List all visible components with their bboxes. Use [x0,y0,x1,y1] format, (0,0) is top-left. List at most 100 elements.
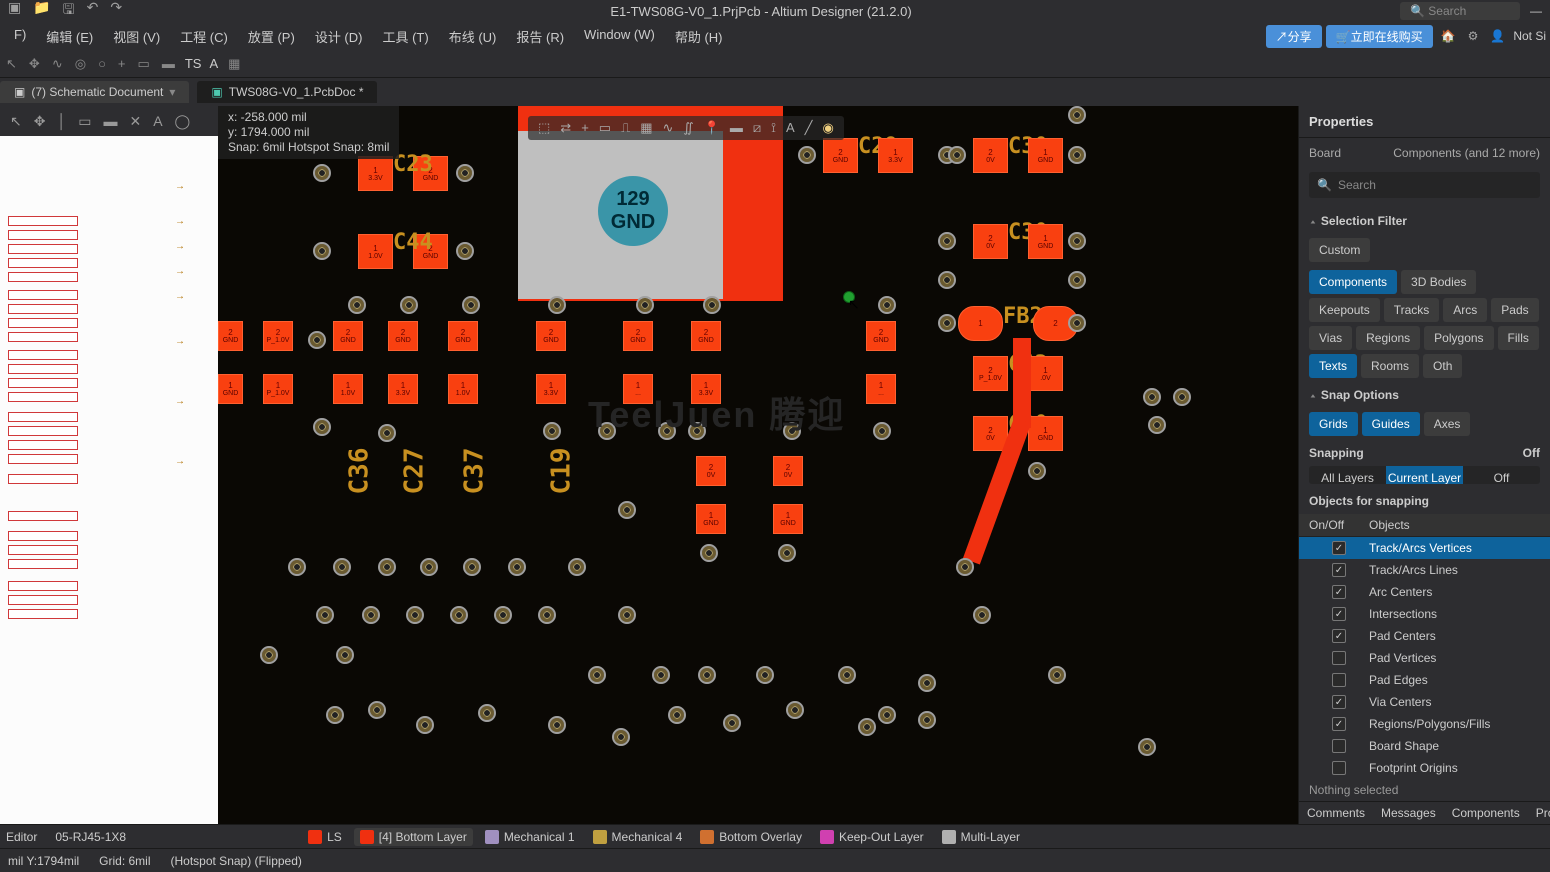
tool-poly[interactable]: + [116,54,128,73]
pad[interactable]: 1... [866,374,896,404]
ab-meas-icon[interactable]: ⟟ [771,120,776,136]
snapobj-check[interactable] [1332,629,1346,643]
pcb-canvas[interactable]: x: -258.000 mil y: 1794.000 mil Snap: 6m… [218,106,1298,824]
pad[interactable]: 1 [958,306,1003,341]
filter-texts[interactable]: Texts [1309,354,1357,378]
snapobj-track-arcs-lines[interactable]: Track/Arcs Lines [1299,559,1550,581]
ab-align-icon[interactable]: ⎍ [621,120,630,136]
via[interactable] [1143,388,1161,406]
via[interactable] [618,606,636,624]
snapobj-pad-vertices[interactable]: Pad Vertices [1299,647,1550,669]
pad[interactable]: 13.3V [358,156,393,191]
props-search[interactable]: 🔍 Search [1309,172,1540,198]
via[interactable] [336,646,354,664]
snapobj-check[interactable] [1332,761,1346,775]
tool-ts[interactable]: TS [185,56,202,71]
snapobj-arc-centers[interactable]: Arc Centers [1299,581,1550,603]
menu-help[interactable]: 帮助 (H) [665,23,733,50]
ab-rect-icon[interactable]: ▭ [599,120,611,136]
layer-mechanical-4[interactable]: Mechanical 4 [587,828,689,846]
via[interactable] [878,296,896,314]
snap-guides[interactable]: Guides [1362,412,1420,436]
via[interactable] [778,544,796,562]
layer-bottom-overlay[interactable]: Bottom Overlay [694,828,808,846]
tool-route[interactable]: ∿ [50,54,65,74]
via[interactable] [406,606,424,624]
pad[interactable]: 1GND [218,374,243,404]
filter-rooms[interactable]: Rooms [1361,354,1419,378]
section-snap-options[interactable]: Snap Options [1299,382,1550,408]
tool-move[interactable]: ✥ [27,54,42,74]
scope-detail[interactable]: Components (and 12 more) [1393,146,1540,160]
via[interactable] [1138,738,1156,756]
snap-axes[interactable]: Axes [1424,412,1471,436]
minimize-icon[interactable]: — [1530,4,1542,18]
signin-status[interactable]: Not Si [1513,29,1546,43]
via[interactable] [918,674,936,692]
home-icon[interactable]: 🏠 [1437,29,1460,43]
via[interactable] [326,706,344,724]
tool-fill[interactable]: ▬ [160,54,177,73]
global-search[interactable]: 🔍 Search [1400,2,1520,20]
redo-icon[interactable]: ↷ [110,0,122,23]
snaptab-off[interactable]: Off [1463,466,1540,484]
via[interactable] [618,501,636,519]
pad[interactable]: 1GND [1028,138,1063,173]
via[interactable] [548,296,566,314]
menu-reports[interactable]: 报告 (R) [506,23,574,50]
filter-fills[interactable]: Fills [1498,326,1539,350]
pad[interactable]: 11.0V [358,234,393,269]
via[interactable] [873,422,891,440]
sch-arc-icon[interactable]: ◯ [175,113,191,130]
via[interactable] [462,296,480,314]
filter-components[interactable]: Components [1309,270,1397,294]
paneltab-comments[interactable]: Comments [1299,802,1373,824]
snapobj-check[interactable] [1332,695,1346,709]
via[interactable] [313,164,331,182]
sch-text-icon[interactable]: A [153,113,162,129]
via[interactable] [463,558,481,576]
layer--4-bottom-layer[interactable]: [4] Bottom Layer [354,828,473,846]
ab-text-icon[interactable]: A [786,120,795,136]
via[interactable] [543,422,561,440]
snap-grids[interactable]: Grids [1309,412,1358,436]
menu-edit[interactable]: 编辑 (E) [36,23,103,50]
tool-dim[interactable]: ▦ [226,54,242,74]
snapobj-regions-polygons-fills[interactable]: Regions/Polygons/Fills [1299,713,1550,735]
user-icon[interactable]: 👤 [1486,29,1509,43]
ab-pin-icon[interactable]: 📍 [704,120,720,136]
via[interactable] [416,716,434,734]
menu-view[interactable]: 视图 (V) [103,23,170,50]
via[interactable] [313,418,331,436]
ab-toggle-icon[interactable]: ⧄ [753,120,761,136]
snapobj-check[interactable] [1332,607,1346,621]
filter-regions[interactable]: Regions [1356,326,1420,350]
menu-tools[interactable]: 工具 (T) [372,23,438,50]
pad[interactable]: 2GND [691,321,721,351]
ab-filter-icon[interactable]: ⇄ [560,120,571,136]
via[interactable] [313,242,331,260]
via[interactable] [1068,271,1086,289]
filter-polygons[interactable]: Polygons [1424,326,1493,350]
via[interactable] [1148,416,1166,434]
buy-button[interactable]: 🛒立即在线购买 [1326,25,1433,48]
ab-line-icon[interactable]: ╱ [805,120,813,136]
snapobj-intersections[interactable]: Intersections [1299,603,1550,625]
sch-net-icon[interactable]: ▭ [78,113,91,130]
pad[interactable]: 20V [773,456,803,486]
menu-file[interactable]: F) [4,23,36,50]
via[interactable] [456,242,474,260]
paneltab-messages[interactable]: Messages [1373,802,1444,824]
sch-poly-icon[interactable]: ▬ [103,113,117,129]
via[interactable] [786,701,804,719]
filter-keepouts[interactable]: Keepouts [1309,298,1380,322]
pad[interactable]: 1GND [1028,224,1063,259]
menu-route[interactable]: 布线 (U) [439,23,507,50]
via[interactable] [333,558,351,576]
snapobj-via-centers[interactable]: Via Centers [1299,691,1550,713]
via[interactable] [420,558,438,576]
via[interactable] [948,146,966,164]
paneltab-propert[interactable]: Propert [1528,802,1550,824]
via[interactable] [362,606,380,624]
schematic-canvas[interactable]: → → → → → → → → [0,136,218,824]
